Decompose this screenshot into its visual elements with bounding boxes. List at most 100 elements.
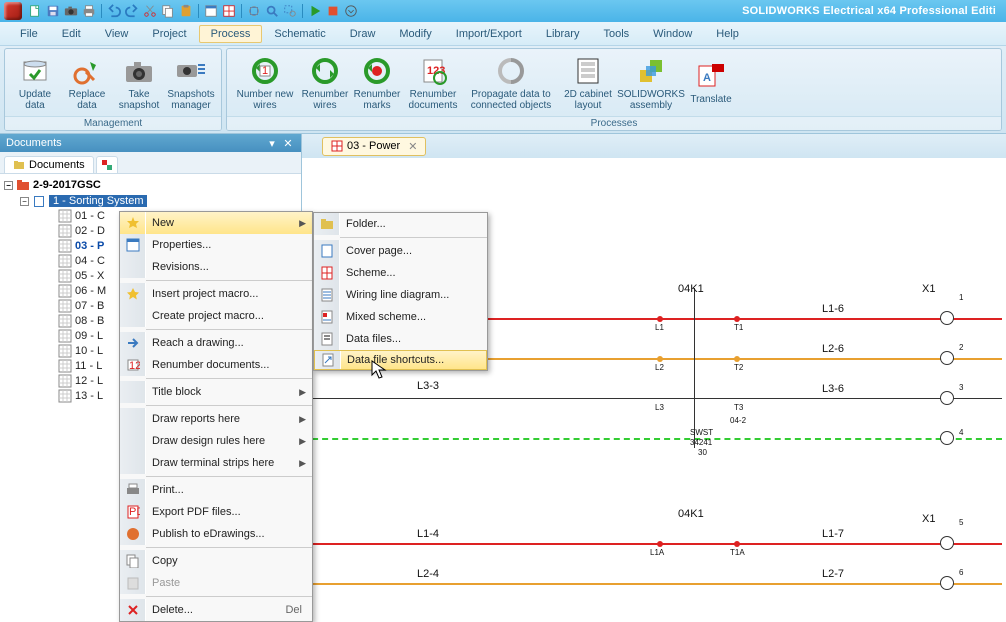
ribbon-renumber-marks[interactable]: Renumbermarks <box>351 53 403 113</box>
ctx-new-scheme[interactable]: Scheme... <box>314 262 487 284</box>
ctx-new-cover[interactable]: Cover page... <box>314 240 487 262</box>
ctx-reach-drawing[interactable]: Reach a drawing... <box>120 332 312 354</box>
menu-window[interactable]: Window <box>641 25 704 43</box>
qat-paste-icon[interactable] <box>178 3 194 19</box>
ribbon-sw-assembly[interactable]: SOLIDWORKSassembly <box>617 53 685 113</box>
document-tab[interactable]: 03 - Power ✕ <box>322 137 426 156</box>
ribbon-group-processes: 1Number newwires Renumberwires Renumberm… <box>226 48 1002 131</box>
ctx-edrawings[interactable]: Publish to eDrawings... <box>120 523 312 545</box>
ribbon-2d-cabinet[interactable]: 2D cabinetlayout <box>559 53 617 113</box>
menu-edit[interactable]: Edit <box>50 25 93 43</box>
ctx-new-shortcuts[interactable]: Data file shortcuts... <box>314 350 487 370</box>
edrawings-icon <box>126 527 140 541</box>
ribbon-renumber-docs[interactable]: 123Renumberdocuments <box>403 53 463 113</box>
ctx-new-folder[interactable]: Folder... <box>314 213 487 235</box>
ctx-new-datafiles[interactable]: Data files... <box>314 328 487 350</box>
ctx-print[interactable]: Print... <box>120 479 312 501</box>
qat-snapshot-icon[interactable] <box>63 3 79 19</box>
qat-zoom-extents-icon[interactable] <box>246 3 262 19</box>
ctx-terminal-strips[interactable]: Draw terminal strips here▶ <box>120 452 312 474</box>
ctx-reports[interactable]: Draw reports here▶ <box>120 408 312 430</box>
ctx-export-pdf[interactable]: PDFExport PDF files... <box>120 501 312 523</box>
qat-dropdown-icon[interactable] <box>343 3 359 19</box>
ribbon-replace-data[interactable]: Replacedata <box>61 53 113 113</box>
pin-icon[interactable]: ▾ <box>265 136 279 150</box>
qat-copy-icon[interactable] <box>160 3 176 19</box>
menu-schematic[interactable]: Schematic <box>262 25 337 43</box>
label-x1b: X1 <box>922 513 935 525</box>
ctx-renumber-docs[interactable]: 12Renumber documents... <box>120 354 312 376</box>
ctx-revisions[interactable]: Revisions... <box>120 256 312 278</box>
component-icon <box>101 159 113 171</box>
close-tab-icon[interactable]: ✕ <box>408 140 417 153</box>
ctx-title-block[interactable]: Title block▶ <box>120 381 312 403</box>
collapse-icon[interactable]: − <box>20 197 29 206</box>
pin-label: T1A <box>730 548 745 557</box>
ctx-create-macro[interactable]: Create project macro... <box>120 305 312 327</box>
ribbon-snapshots-mgr[interactable]: Snapshotsmanager <box>165 53 217 113</box>
qat-zoom-icon[interactable] <box>264 3 280 19</box>
update-icon <box>19 55 51 87</box>
ctx-properties[interactable]: Properties... <box>120 234 312 256</box>
qat-cut-icon[interactable] <box>142 3 158 19</box>
drawing-file-icon <box>58 239 72 253</box>
ribbon-propagate[interactable]: Propagate data toconnected objects <box>463 53 559 113</box>
qat-redo-icon[interactable] <box>124 3 140 19</box>
ctx-copy[interactable]: Copy <box>120 550 312 572</box>
menu-modify[interactable]: Modify <box>387 25 443 43</box>
label-04k1: 04K1 <box>678 283 704 295</box>
ctx-design-rules[interactable]: Draw design rules here▶ <box>120 430 312 452</box>
tree-root[interactable]: − 2-9-2017GSC <box>4 178 297 192</box>
ribbon: Updatedata Replacedata Takesnapshot Snap… <box>0 46 1006 134</box>
mixed-icon <box>320 310 334 324</box>
ctx-insert-macro[interactable]: Insert project macro... <box>120 283 312 305</box>
menu-import-export[interactable]: Import/Export <box>444 25 534 43</box>
qat-new-icon[interactable] <box>27 3 43 19</box>
menu-tools[interactable]: Tools <box>591 25 641 43</box>
book-icon <box>32 194 46 208</box>
components-tab[interactable] <box>96 156 118 173</box>
book-node[interactable]: − 1 - Sorting System <box>20 194 297 208</box>
ctx-delete[interactable]: Delete...Del <box>120 599 312 621</box>
qat-properties-icon[interactable] <box>203 3 219 19</box>
star-icon <box>126 287 140 301</box>
ribbon-group-label: Processes <box>227 116 1001 130</box>
ribbon-translate[interactable]: ATranslate <box>685 58 737 107</box>
qat-save-icon[interactable] <box>45 3 61 19</box>
ribbon-group-management: Updatedata Replacedata Takesnapshot Snap… <box>4 48 222 131</box>
qat-run-icon[interactable] <box>307 3 323 19</box>
menu-process[interactable]: Process <box>199 25 263 43</box>
menu-file[interactable]: File <box>8 25 50 43</box>
documents-tab[interactable]: Documents <box>4 156 94 173</box>
drawing-file-icon <box>58 314 72 328</box>
qat-zoom-window-icon[interactable] <box>282 3 298 19</box>
label-swst: SWST <box>690 428 713 437</box>
menu-draw[interactable]: Draw <box>338 25 388 43</box>
qat-tool-icon[interactable] <box>325 3 341 19</box>
ctx-new[interactable]: New▶ <box>120 212 312 234</box>
menu-view[interactable]: View <box>93 25 141 43</box>
menu-project[interactable]: Project <box>140 25 198 43</box>
ctx-new-mixed[interactable]: Mixed scheme... <box>314 306 487 328</box>
new-icon <box>126 216 140 230</box>
context-menu: New▶ Properties... Revisions... Insert p… <box>119 211 313 622</box>
ctx-new-wiring[interactable]: Wiring line diagram... <box>314 284 487 306</box>
ribbon-number-wires[interactable]: 1Number newwires <box>231 53 299 113</box>
folder-icon <box>13 159 25 171</box>
menu-bar: File Edit View Project Process Schematic… <box>0 22 1006 46</box>
document-tabstrip: 03 - Power ✕ <box>302 134 1006 158</box>
qat-drawing-icon[interactable] <box>221 3 237 19</box>
drawing-file-icon <box>58 389 72 403</box>
menu-help[interactable]: Help <box>704 25 751 43</box>
scheme-icon <box>320 266 334 280</box>
qat-print-icon[interactable] <box>81 3 97 19</box>
ribbon-snapshot[interactable]: Takesnapshot <box>113 53 165 113</box>
label-l36: L3-6 <box>822 383 844 395</box>
drawing-file-icon <box>58 224 72 238</box>
qat-undo-icon[interactable] <box>106 3 122 19</box>
close-panel-icon[interactable]: ✕ <box>281 136 295 150</box>
collapse-icon[interactable]: − <box>4 181 13 190</box>
ribbon-renumber-wires[interactable]: Renumberwires <box>299 53 351 113</box>
ribbon-update-data[interactable]: Updatedata <box>9 53 61 113</box>
menu-library[interactable]: Library <box>534 25 592 43</box>
